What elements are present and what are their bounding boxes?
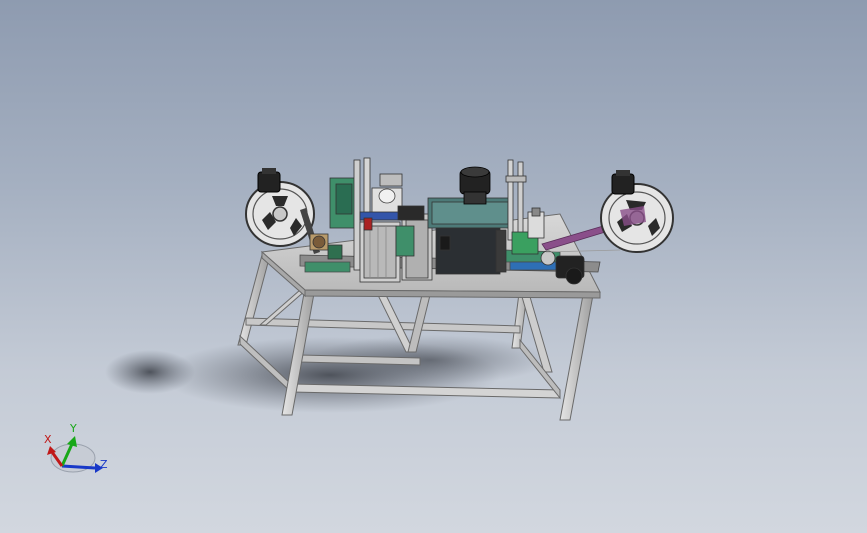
z-axis-icon (61, 464, 96, 470)
left-motor[interactable] (257, 168, 281, 193)
right-motor[interactable] (611, 170, 635, 195)
right-reel[interactable] (600, 183, 674, 253)
triad-y-label: Y (69, 422, 77, 435)
top-motor[interactable] (459, 166, 491, 205)
triad-x-label: X (44, 433, 52, 446)
triad-z-label: Z (100, 458, 108, 471)
floor-shadow (105, 335, 550, 413)
graphics-viewport[interactable]: X Y Z (0, 0, 867, 533)
left-reel[interactable] (245, 181, 320, 254)
cad-model-view[interactable]: X Y Z (0, 0, 867, 533)
view-triad[interactable]: X Y Z (44, 422, 108, 473)
middle-press-unit[interactable] (395, 197, 513, 281)
